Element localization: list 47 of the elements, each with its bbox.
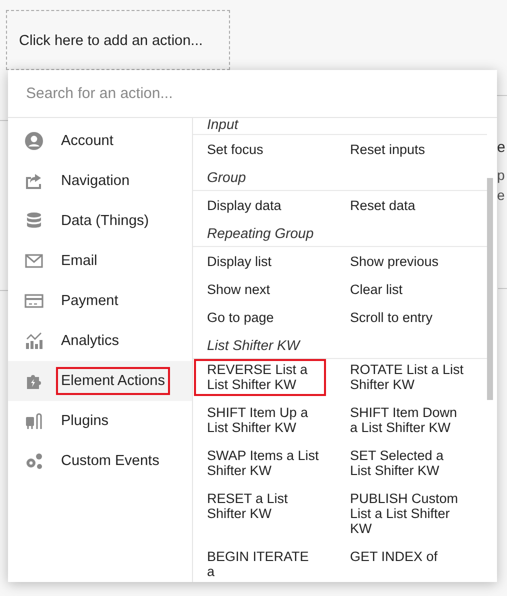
action-item[interactable]: Reset inputs bbox=[337, 135, 473, 163]
category-label: Account bbox=[60, 132, 114, 151]
group-heading: Group bbox=[193, 163, 487, 191]
category-item[interactable]: Element Actions bbox=[8, 361, 192, 401]
envelope-icon bbox=[24, 251, 44, 271]
action-item[interactable]: BEGIN ITERATE a bbox=[194, 546, 326, 582]
gears-icon bbox=[24, 451, 44, 471]
action-item[interactable]: PUBLISH Custom List a List Shifter KW bbox=[337, 488, 473, 540]
person-icon bbox=[24, 131, 44, 151]
action-item[interactable]: Clear list bbox=[337, 275, 473, 303]
action-item[interactable]: Display data bbox=[194, 191, 330, 219]
action-item[interactable]: Set focus bbox=[194, 135, 330, 163]
action-item[interactable]: SWAP Items a List Shifter KW bbox=[194, 445, 326, 482]
category-label: Plugins bbox=[60, 412, 110, 431]
action-item[interactable]: Display list bbox=[194, 247, 330, 275]
action-item[interactable]: SET Selected a List Shifter KW bbox=[337, 445, 473, 482]
chart-icon bbox=[24, 331, 44, 351]
action-item[interactable]: SHIFT Item Down a List Shifter KW bbox=[337, 402, 473, 439]
action-item[interactable]: Scroll to entry bbox=[337, 303, 473, 331]
group-heading: Input bbox=[193, 118, 487, 135]
credit-card-icon bbox=[24, 291, 44, 311]
add-action-label[interactable]: Click here to add an action... bbox=[19, 33, 203, 49]
background-text: e bbox=[497, 186, 506, 205]
category-label: Email bbox=[60, 252, 98, 271]
share-icon bbox=[24, 171, 44, 191]
search-field[interactable]: Search for an action... bbox=[8, 70, 497, 118]
action-item[interactable]: REVERSE List a List Shifter KW bbox=[194, 359, 326, 396]
action-item[interactable]: Reset data bbox=[337, 191, 473, 219]
action-item[interactable]: ROTATE List a List Shifter KW bbox=[337, 359, 473, 396]
action-item[interactable]: Show next bbox=[194, 275, 330, 303]
category-label: Data (Things) bbox=[60, 212, 150, 231]
plug-icon bbox=[24, 411, 44, 431]
action-item[interactable]: Show previous bbox=[337, 247, 473, 275]
action-item[interactable]: SHIFT Item Up a List Shifter KW bbox=[194, 402, 326, 439]
action-item[interactable]: Go to page bbox=[194, 303, 330, 331]
category-label: Payment bbox=[60, 292, 120, 311]
action-item[interactable]: GET INDEX of bbox=[337, 546, 473, 568]
action-item[interactable]: RESET a List Shifter KW bbox=[194, 488, 326, 525]
background-text: e bbox=[497, 138, 506, 158]
category-label: Navigation bbox=[60, 172, 131, 191]
category-label: Analytics bbox=[60, 332, 120, 351]
category-label: Custom Events bbox=[60, 452, 160, 471]
scrollbar[interactable] bbox=[487, 178, 493, 400]
group-heading: Repeating Group bbox=[193, 219, 487, 247]
category-label: Element Actions bbox=[56, 367, 170, 395]
group-heading: List Shifter KW bbox=[193, 331, 487, 359]
background-text: p bbox=[497, 166, 506, 185]
